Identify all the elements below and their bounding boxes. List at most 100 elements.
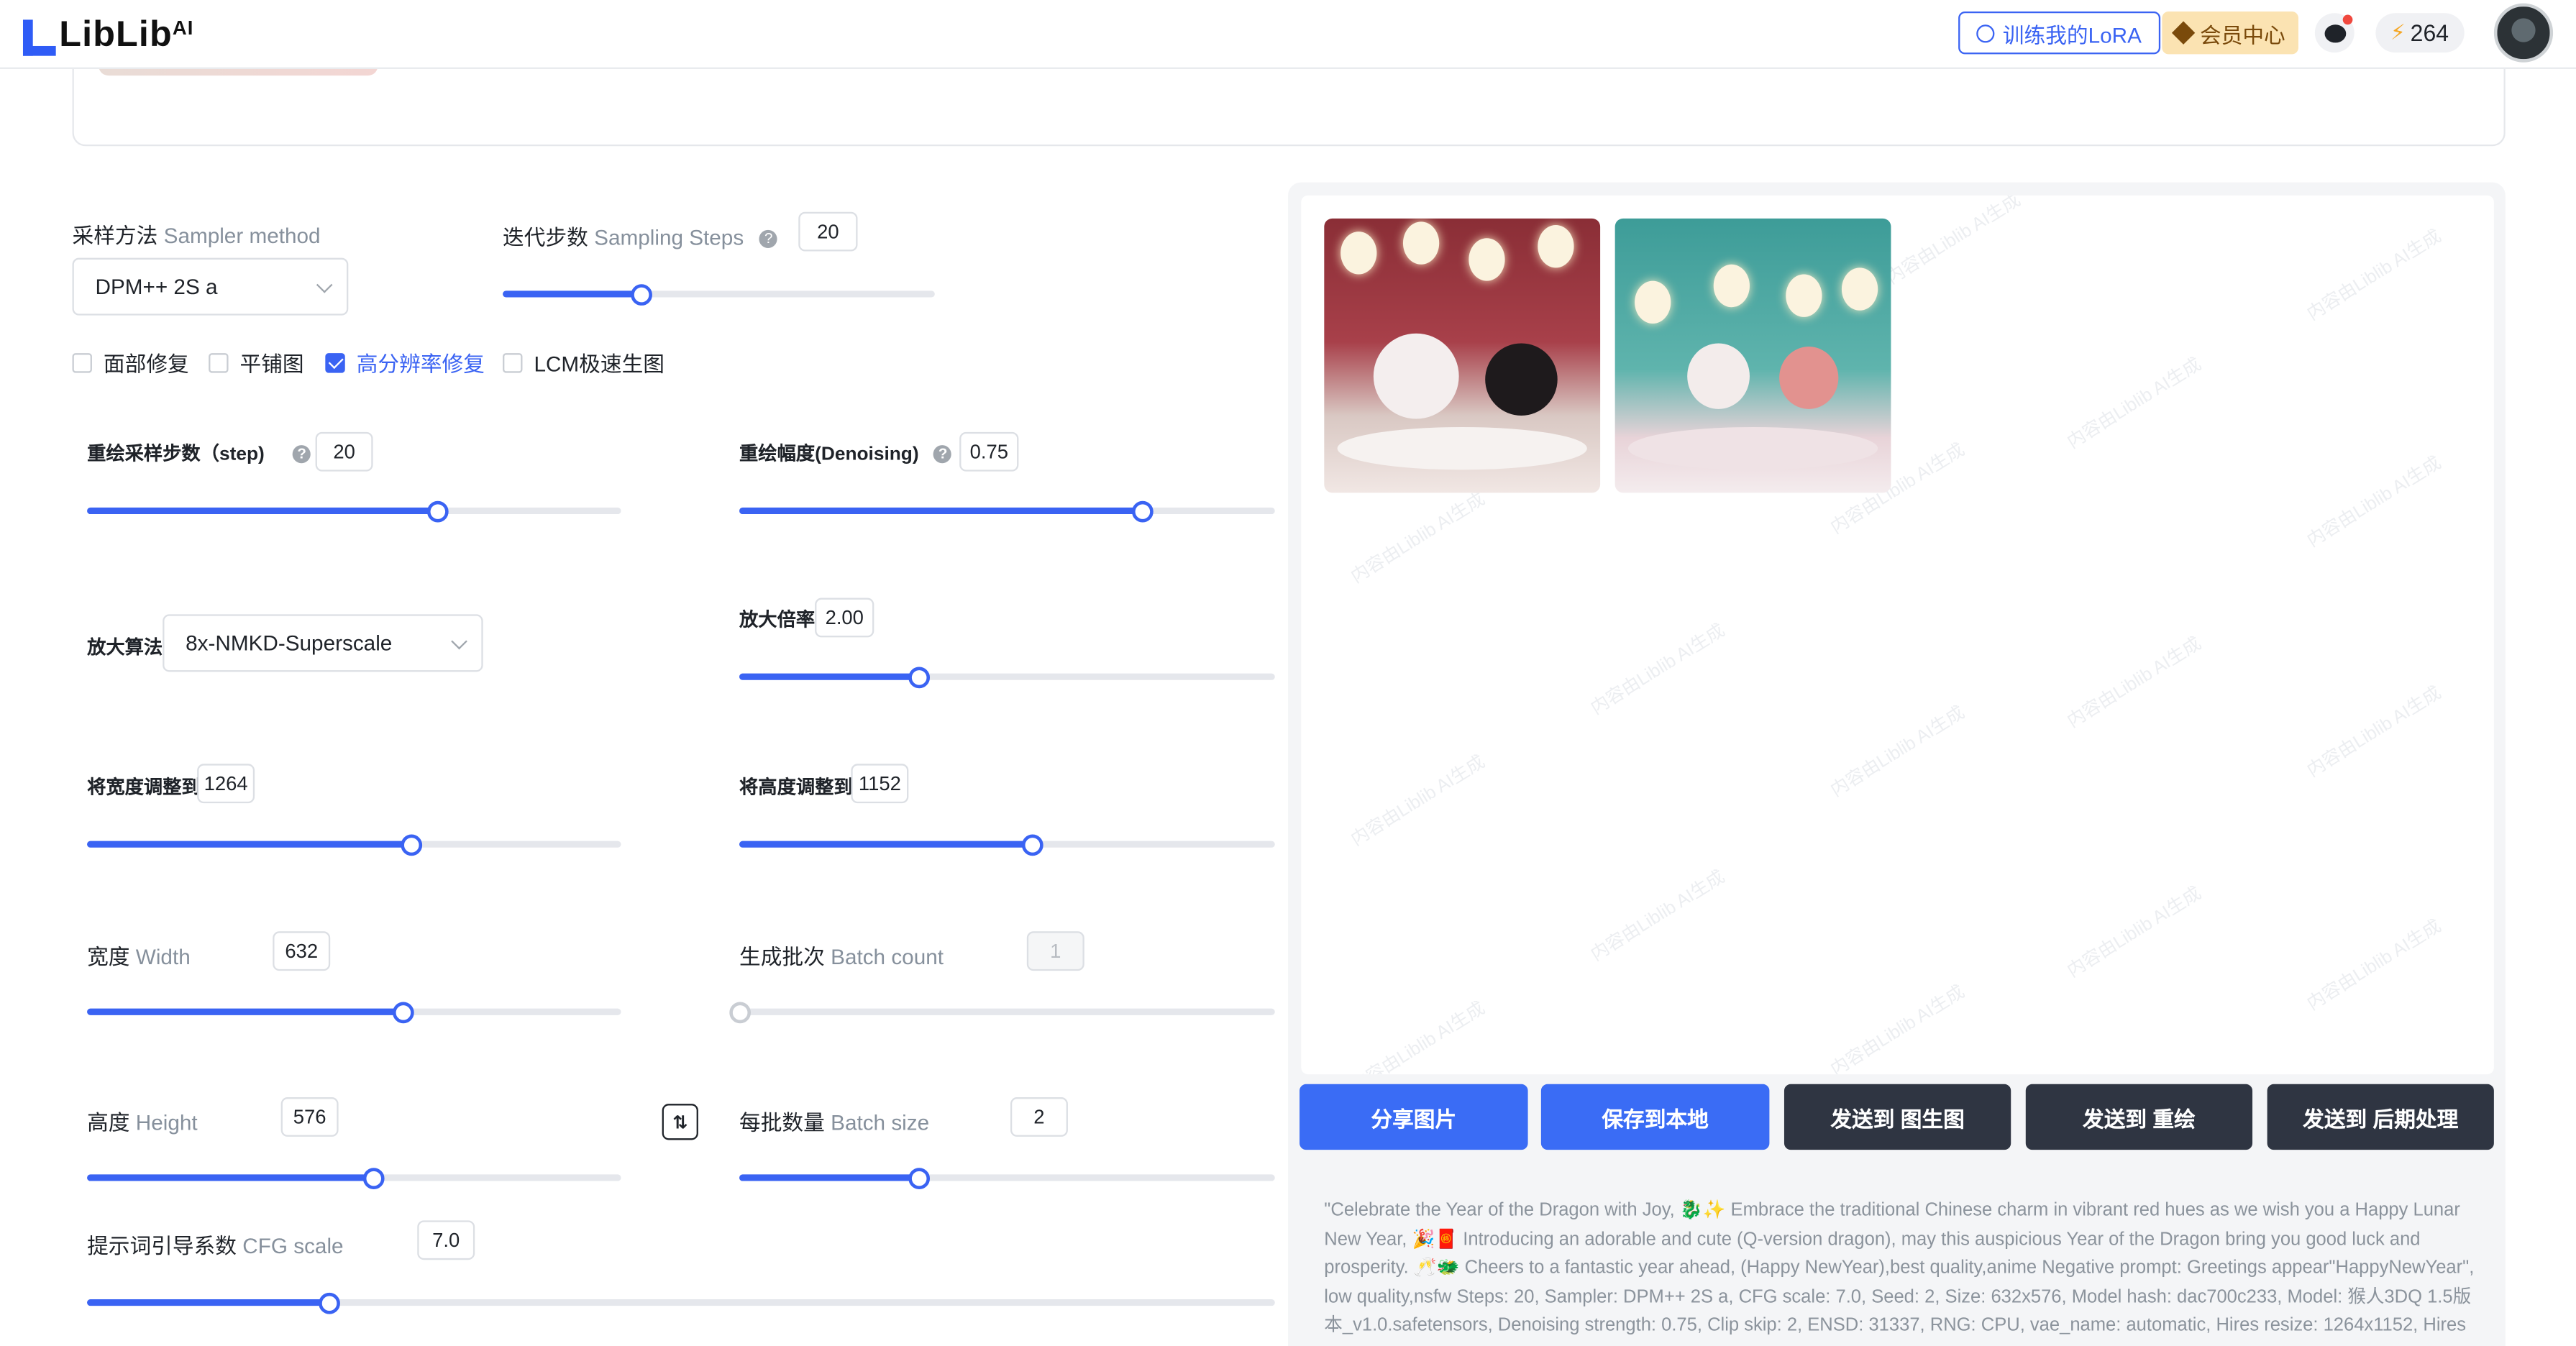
width-label: 宽度 Width — [87, 940, 191, 971]
steps-label-en: Sampling Steps — [594, 224, 744, 250]
cfg-label: 提示词引导系数 CFG scale — [87, 1229, 343, 1260]
slider-fill — [87, 507, 437, 515]
send-to-img2img-button[interactable]: 发送到 图生图 — [1783, 1084, 2011, 1150]
batch-size-slider[interactable] — [739, 1168, 1275, 1189]
resize-width-slider[interactable] — [87, 834, 621, 856]
slider-fill — [87, 1174, 373, 1181]
credits-count: 264 — [2410, 19, 2449, 46]
help-icon[interactable]: ? — [759, 229, 778, 249]
checkbox-face-restore[interactable]: 面部修复 — [72, 347, 189, 377]
slider-fill — [87, 1299, 329, 1306]
save-local-button[interactable]: 保存到本地 — [1540, 1084, 1770, 1150]
lora-icon — [1976, 24, 1995, 42]
logo-mark-icon — [22, 19, 56, 56]
denoise-slider[interactable] — [739, 500, 1275, 523]
resize-height-input[interactable]: 1152 — [851, 764, 909, 804]
top-header: LibLib AI 训练我的LoRA 会员中心 ⚡ 264 — [0, 0, 2576, 69]
swap-dimensions-button[interactable]: ⇅ — [662, 1104, 698, 1140]
denoise-input[interactable]: 0.75 — [959, 431, 1019, 472]
checkbox-lcm[interactable]: LCM极速生图 — [503, 347, 664, 377]
scale-input[interactable]: 2.00 — [815, 598, 874, 638]
liblib-logo[interactable]: LibLib AI — [22, 13, 194, 56]
user-avatar[interactable] — [2493, 3, 2554, 63]
hires-steps-slider[interactable] — [87, 500, 621, 523]
help-icon[interactable]: ? — [933, 446, 952, 464]
lantern — [1841, 267, 1878, 311]
steps-label-cn: 迭代步数 — [503, 224, 588, 250]
hires-steps-input[interactable]: 20 — [315, 431, 373, 472]
cfg-slider[interactable] — [87, 1292, 1275, 1314]
width-input[interactable]: 632 — [273, 931, 331, 971]
share-image-button[interactable]: 分享图片 — [1300, 1084, 1528, 1150]
checkbox-hires-fix[interactable]: 高分辨率修复 — [325, 347, 485, 377]
character — [1373, 333, 1459, 419]
logo-ai: AI — [172, 16, 194, 40]
steps-input[interactable]: 20 — [798, 211, 858, 252]
checkbox-box[interactable] — [209, 352, 229, 372]
checkbox-label: 平铺图 — [239, 351, 304, 377]
generated-image-2[interactable] — [1614, 218, 1891, 493]
resize-width-input[interactable]: 1264 — [197, 764, 255, 804]
cfg-input[interactable]: 7.0 — [417, 1220, 475, 1260]
table — [1337, 426, 1587, 470]
slider-fill — [503, 290, 641, 298]
upscaler-select[interactable]: 8x-NMKD-Superscale — [163, 614, 483, 672]
slider-fill — [87, 841, 411, 848]
sampler-select[interactable]: DPM++ 2S a — [72, 257, 349, 316]
slider-handle[interactable] — [392, 1002, 414, 1024]
generation-info-text: "Celebrate the Year of the Dragon with J… — [1324, 1200, 2475, 1346]
lantern — [1402, 221, 1440, 265]
chat-bubble-icon — [2324, 24, 2346, 42]
watermark-text: 内容由Liblib AI生成 — [1827, 702, 1969, 802]
slider-handle[interactable] — [1131, 500, 1153, 523]
train-lora-label: 训练我的LoRA — [2002, 22, 2142, 47]
slider-fill — [87, 1008, 403, 1015]
checkbox-box[interactable] — [72, 352, 92, 372]
slider-handle[interactable] — [426, 500, 449, 523]
generated-image-1[interactable] — [1324, 218, 1601, 493]
watermark-text: 内容由Liblib AI生成 — [1587, 867, 1729, 966]
slider-handle[interactable] — [908, 1168, 929, 1189]
vip-center-button[interactable]: 会员中心 — [2162, 11, 2299, 55]
resize-height-slider[interactable] — [739, 834, 1275, 856]
train-lora-button[interactable]: 训练我的LoRA — [1958, 11, 2160, 55]
scale-slider[interactable] — [739, 667, 1275, 689]
watermark-text: 内容由Liblib AI生成 — [1348, 998, 1489, 1075]
checkbox-box[interactable] — [503, 352, 523, 372]
slider-handle[interactable] — [908, 667, 929, 689]
resize-width-label: 将宽度调整到 — [87, 778, 201, 799]
send-to-extras-button[interactable]: 发送到 后期处理 — [2267, 1084, 2494, 1150]
watermark-text: 内容由Liblib AI生成 — [1348, 752, 1489, 851]
checkbox-box[interactable] — [325, 352, 345, 372]
watermark-text: 内容由Liblib AI生成 — [1587, 621, 1729, 719]
lantern — [1340, 232, 1377, 275]
slider-rail — [739, 1008, 1275, 1015]
help-icon[interactable]: ? — [293, 446, 311, 464]
batch-count-label: 生成批次 Batch count — [739, 940, 944, 971]
batch-count-input: 1 — [1026, 931, 1084, 971]
slider-handle[interactable] — [318, 1292, 340, 1314]
height-slider[interactable] — [87, 1168, 621, 1189]
slider-fill — [739, 841, 1033, 848]
height-label-en: Height — [135, 1110, 198, 1135]
lantern — [1469, 238, 1505, 281]
height-input[interactable]: 576 — [280, 1097, 339, 1137]
slider-handle[interactable] — [400, 834, 422, 856]
lightning-icon: ⚡ — [2390, 19, 2406, 45]
slider-fill — [739, 673, 918, 680]
lantern — [1786, 274, 1822, 317]
message-button[interactable] — [2314, 13, 2355, 53]
slider-handle[interactable] — [1022, 834, 1044, 856]
batch-size-input[interactable]: 2 — [1010, 1097, 1068, 1137]
denoise-label: 重绘幅度(Denoising) ? — [739, 440, 952, 467]
checkbox-tiling[interactable]: 平铺图 — [209, 347, 304, 377]
batch-size-label: 每批数量 Batch size — [739, 1105, 929, 1136]
width-slider[interactable] — [87, 1002, 621, 1024]
checkbox-label: 高分辨率修复 — [356, 351, 485, 377]
steps-slider[interactable] — [503, 284, 935, 306]
slider-handle[interactable] — [362, 1168, 385, 1189]
credits-badge[interactable]: ⚡ 264 — [2375, 13, 2464, 53]
send-to-inpaint-button[interactable]: 发送到 重绘 — [2025, 1084, 2253, 1150]
slider-handle[interactable] — [631, 284, 653, 306]
lantern — [1713, 264, 1750, 308]
